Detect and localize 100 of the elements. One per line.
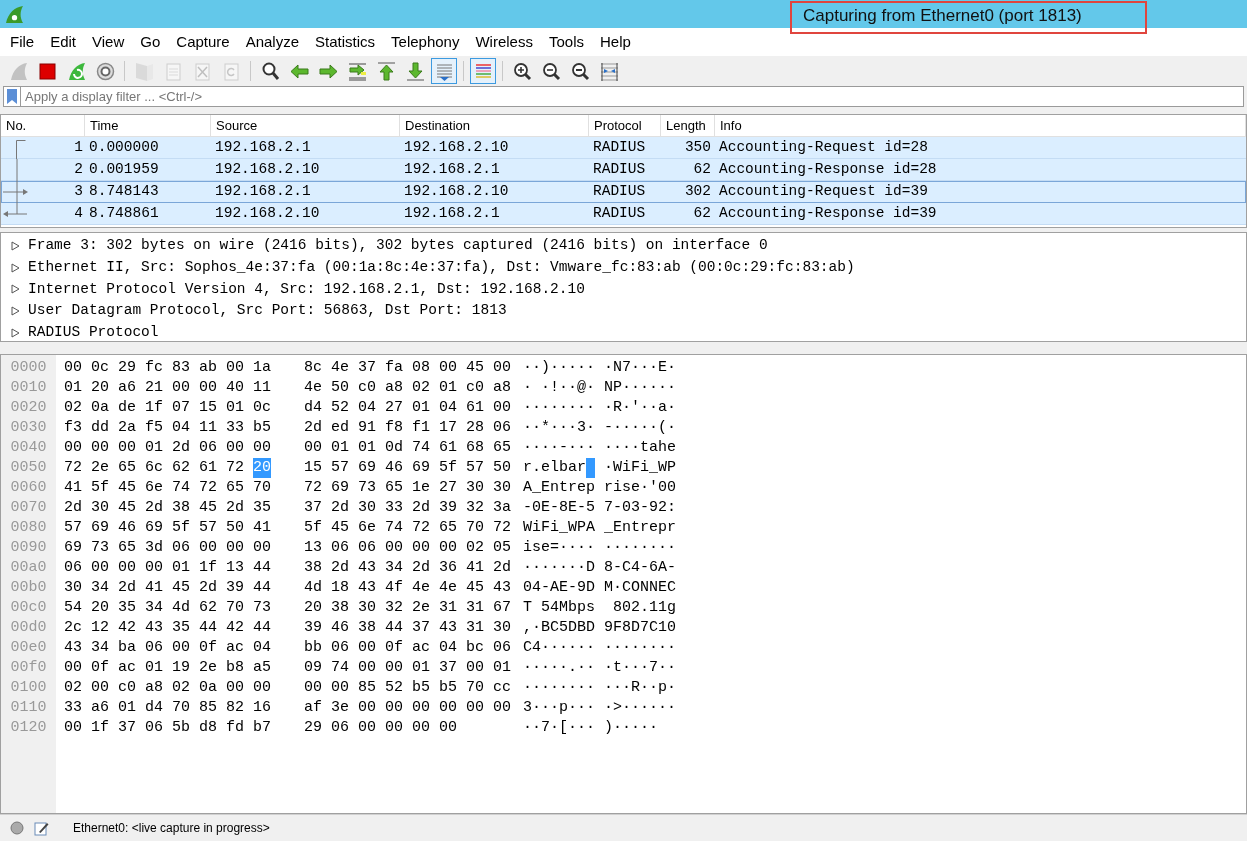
hex-byte[interactable]: 06 bbox=[331, 638, 350, 658]
hex-byte[interactable]: dd bbox=[91, 418, 110, 438]
hex-byte[interactable]: 31 bbox=[466, 598, 485, 618]
hex-byte[interactable]: 39 bbox=[226, 578, 245, 598]
hex-byte[interactable]: 39 bbox=[439, 498, 458, 518]
hex-byte[interactable]: a8 bbox=[493, 378, 512, 398]
hex-byte[interactable]: b7 bbox=[253, 718, 272, 738]
hex-byte[interactable]: 2d bbox=[412, 498, 431, 518]
hex-byte[interactable]: 72 bbox=[493, 518, 512, 538]
hex-byte[interactable]: 02 bbox=[64, 398, 82, 418]
hex-byte[interactable]: 04 bbox=[439, 398, 458, 418]
hex-byte[interactable]: 2d bbox=[172, 438, 191, 458]
hex-byte[interactable]: 01 bbox=[172, 558, 191, 578]
hex-byte[interactable]: 02 bbox=[466, 538, 485, 558]
hex-byte[interactable]: 74 bbox=[172, 478, 191, 498]
hex-byte[interactable]: 33 bbox=[226, 418, 245, 438]
hex-byte[interactable]: f8 bbox=[385, 418, 404, 438]
expander-icon[interactable] bbox=[11, 240, 20, 251]
hex-byte[interactable]: 44 bbox=[199, 618, 218, 638]
hex-byte[interactable]: 5f bbox=[172, 518, 191, 538]
hex-byte[interactable]: 3a bbox=[493, 498, 512, 518]
hex-byte[interactable]: 37 bbox=[358, 358, 377, 378]
hex-byte[interactable]: 54 bbox=[64, 598, 82, 618]
hex-byte[interactable]: 20 bbox=[91, 378, 110, 398]
hex-byte[interactable]: 70 bbox=[172, 698, 191, 718]
hex-byte[interactable]: 00 bbox=[64, 358, 82, 378]
hex-byte[interactable]: 74 bbox=[412, 438, 431, 458]
hex-byte[interactable]: 2d bbox=[199, 578, 218, 598]
hex-byte[interactable]: 34 bbox=[385, 558, 404, 578]
hex-byte[interactable]: bc bbox=[466, 638, 485, 658]
hex-byte[interactable]: de bbox=[118, 398, 137, 418]
hex-byte[interactable]: 43 bbox=[358, 578, 377, 598]
hex-byte[interactable]: 29 bbox=[118, 358, 137, 378]
hex-byte[interactable]: 46 bbox=[331, 618, 350, 638]
hex-byte[interactable]: 4e bbox=[304, 378, 322, 398]
expander-icon[interactable] bbox=[11, 306, 20, 317]
hex-byte[interactable]: 38 bbox=[331, 598, 350, 618]
hex-byte[interactable]: 00 bbox=[199, 538, 218, 558]
hex-byte[interactable]: 44 bbox=[385, 618, 404, 638]
tree-item[interactable]: RADIUS Protocol bbox=[28, 322, 159, 344]
hex-byte[interactable]: 32 bbox=[385, 598, 404, 618]
hex-byte[interactable]: 45 bbox=[118, 478, 137, 498]
hex-byte[interactable]: ba bbox=[118, 638, 137, 658]
hex-byte[interactable]: 15 bbox=[304, 458, 322, 478]
hex-byte[interactable]: ac bbox=[118, 658, 137, 678]
hex-byte[interactable]: a6 bbox=[91, 698, 110, 718]
hex-byte[interactable]: 35 bbox=[172, 618, 191, 638]
hex-byte[interactable]: 2e bbox=[412, 598, 431, 618]
menu-item[interactable]: Help bbox=[592, 28, 639, 56]
hex-byte[interactable]: 43 bbox=[64, 638, 82, 658]
hex-byte[interactable]: 70 bbox=[253, 478, 272, 498]
hex-byte[interactable]: 04 bbox=[172, 418, 191, 438]
hex-byte[interactable]: 30 bbox=[91, 498, 110, 518]
hex-byte[interactable]: 0a bbox=[91, 398, 110, 418]
hex-byte[interactable]: fc bbox=[145, 358, 164, 378]
hex-byte[interactable]: 00 bbox=[226, 438, 245, 458]
hex-byte[interactable]: 00 bbox=[91, 558, 110, 578]
hex-byte[interactable]: 20 bbox=[91, 598, 110, 618]
hex-byte[interactable]: 00 bbox=[64, 658, 82, 678]
hex-byte[interactable]: 39 bbox=[304, 618, 322, 638]
hex-byte[interactable]: d4 bbox=[145, 698, 164, 718]
menu-item[interactable]: Edit bbox=[42, 28, 85, 56]
hex-byte[interactable]: 44 bbox=[253, 558, 272, 578]
hex-byte[interactable]: 00 bbox=[439, 718, 458, 738]
menu-item[interactable]: Telephony bbox=[383, 28, 468, 56]
hex-byte[interactable]: 72 bbox=[199, 478, 218, 498]
hex-byte[interactable]: 00 bbox=[199, 378, 218, 398]
packet-row[interactable]: 1 0.000000 192.168.2.1 192.168.2.10 RADIUS 350 Accounting-Request id=28 bbox=[1, 137, 1246, 159]
hex-byte[interactable]: 00 bbox=[439, 698, 458, 718]
hex-byte[interactable]: 17 bbox=[439, 418, 458, 438]
hex-byte[interactable]: 82 bbox=[226, 698, 245, 718]
hex-byte[interactable]: c0 bbox=[466, 378, 485, 398]
hex-byte[interactable]: 72 bbox=[304, 478, 322, 498]
hex-byte[interactable]: 00 bbox=[331, 678, 350, 698]
hex-byte[interactable]: b8 bbox=[226, 658, 245, 678]
hex-byte[interactable]: 02 bbox=[64, 678, 82, 698]
hex-byte[interactable]: 43 bbox=[439, 618, 458, 638]
hex-byte[interactable]: ab bbox=[199, 358, 218, 378]
hex-byte[interactable]: 4e bbox=[439, 578, 458, 598]
hex-byte[interactable]: 72 bbox=[226, 458, 245, 478]
hex-byte[interactable]: ac bbox=[412, 638, 431, 658]
hex-byte[interactable]: 0f bbox=[199, 638, 218, 658]
hex-byte[interactable]: 57 bbox=[466, 458, 485, 478]
hex-byte[interactable]: 45 bbox=[172, 578, 191, 598]
hex-byte[interactable]: b5 bbox=[253, 418, 272, 438]
tree-item[interactable]: Internet Protocol Version 4, Src: 192.168.2.1, Dst: 192.168.2.10 bbox=[28, 278, 585, 301]
hex-byte[interactable]: 37 bbox=[439, 658, 458, 678]
hex-byte[interactable]: 2d bbox=[304, 418, 322, 438]
hex-byte[interactable]: 34 bbox=[91, 638, 110, 658]
hex-byte[interactable]: 30 bbox=[493, 618, 512, 638]
hex-byte[interactable]: 43 bbox=[493, 578, 512, 598]
display-filter-field[interactable]: Apply a display filter ... <Ctrl-/> bbox=[21, 86, 1244, 107]
hex-byte[interactable]: 65 bbox=[439, 518, 458, 538]
hex-byte[interactable]: 11 bbox=[253, 378, 272, 398]
hex-byte[interactable]: 4e bbox=[331, 358, 350, 378]
hex-byte[interactable]: 12 bbox=[91, 618, 110, 638]
hex-byte[interactable]: 57 bbox=[199, 518, 218, 538]
hex-byte[interactable]: 2d bbox=[145, 498, 164, 518]
hex-byte[interactable]: 37 bbox=[412, 618, 431, 638]
hex-byte[interactable]: 00 bbox=[64, 438, 82, 458]
